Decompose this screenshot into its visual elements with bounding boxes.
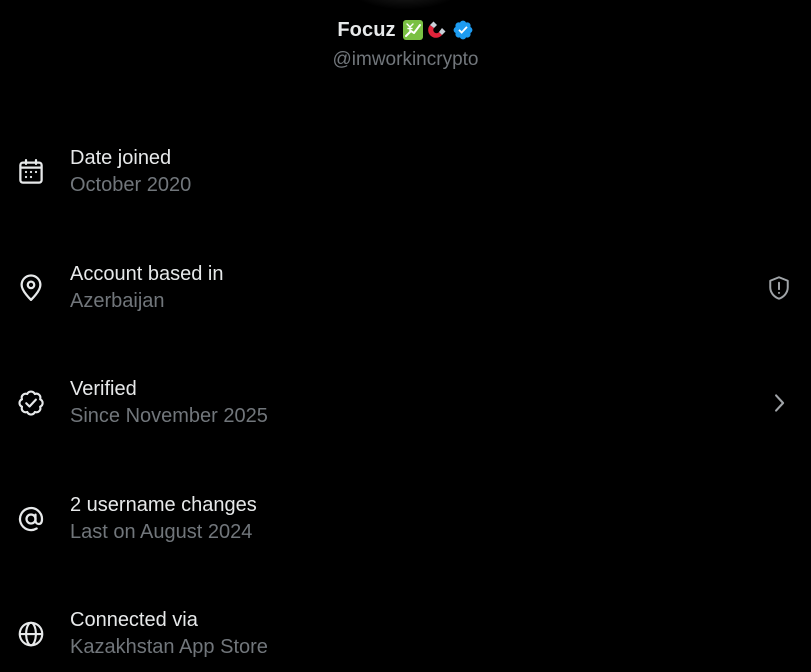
row-subtitle: Kazakhstan App Store [70, 636, 268, 658]
at-sign-icon [16, 504, 46, 534]
row-text: Date joined October 2020 [70, 145, 191, 199]
chart-increasing-with-yen-emoji [402, 19, 424, 41]
row-title: 2 username changes [70, 494, 257, 516]
globe-icon [16, 619, 46, 649]
location-pin-icon [16, 273, 46, 303]
row-title: Account based in [70, 263, 224, 285]
row-subtitle: Azerbaijan [70, 290, 165, 312]
row-title: Verified [70, 378, 137, 400]
display-name: Focuz [337, 18, 396, 41]
verified-check-icon [16, 388, 46, 418]
profile-handle: @imworkincrypto [332, 49, 479, 70]
row-text: Account based in Azerbaijan [70, 261, 223, 315]
row-subtitle: Last on August 2024 [70, 521, 253, 543]
row-date-joined: Date joined October 2020 [0, 114, 811, 230]
row-text: Connected via Kazakhstan App Store [70, 607, 268, 661]
magnet-emoji [426, 19, 448, 41]
row-username-changes: 2 username changes Last on August 2024 [0, 461, 811, 577]
row-subtitle: Since November 2025 [70, 405, 268, 427]
chevron-right-icon[interactable] [765, 389, 793, 417]
row-subtitle: October 2020 [70, 174, 192, 196]
row-text: Verified Since November 2025 [70, 376, 268, 430]
avatar-glow [345, 0, 465, 10]
shield-icon[interactable] [765, 274, 793, 302]
row-text: 2 username changes Last on August 2024 [70, 492, 257, 546]
calendar-icon [16, 157, 46, 187]
profile-header: Focuz @imworkincrypto [0, 14, 811, 74]
row-verified[interactable]: Verified Since November 2025 [0, 345, 811, 461]
row-account-based-in: Account based in Azerbaijan [0, 230, 811, 346]
row-title: Connected via [70, 609, 198, 631]
verified-badge-icon[interactable] [452, 19, 474, 41]
name-row: Focuz [0, 14, 811, 46]
row-connected-via: Connected via Kazakhstan App Store [0, 576, 811, 672]
row-title: Date joined [70, 147, 172, 169]
